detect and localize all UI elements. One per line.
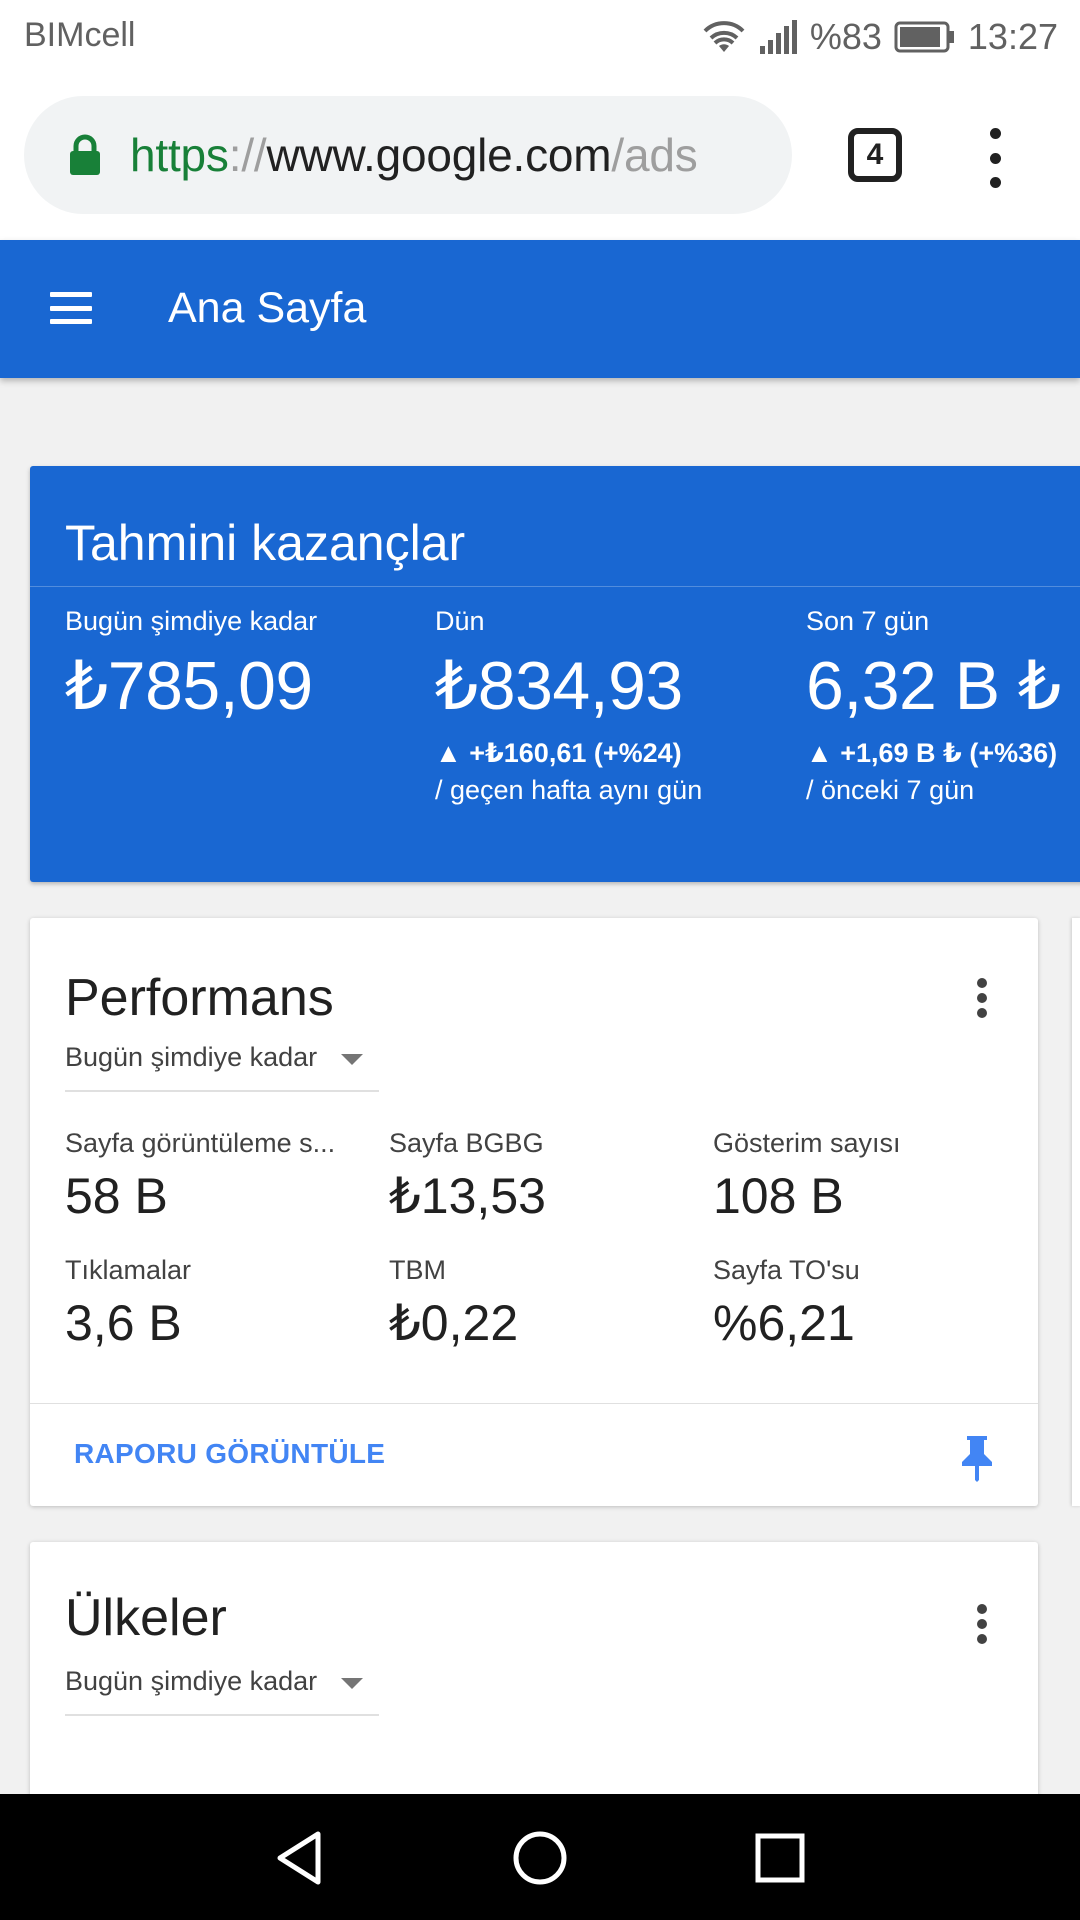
- earnings-label: Bugün şimdiye kadar: [65, 606, 318, 636]
- app-bar: Ana Sayfa: [0, 240, 1080, 378]
- tab-switcher-button[interactable]: 4: [848, 128, 902, 182]
- metric-value: 108 B: [713, 1168, 844, 1224]
- metric-page-views[interactable]: Sayfa görüntüleme s... 58 B: [65, 1128, 365, 1225]
- performance-more-button[interactable]: [976, 978, 988, 1018]
- metric-clicks[interactable]: Tıklamalar 3,6 B: [65, 1255, 365, 1352]
- more-vert-icon: [977, 978, 987, 988]
- metric-value: ₺13,53: [389, 1168, 546, 1224]
- earnings-divider: [30, 586, 1080, 587]
- url-scheme: https: [130, 129, 229, 181]
- metric-value: %6,21: [713, 1295, 855, 1351]
- countries-more-button[interactable]: [976, 1604, 988, 1644]
- metric-label: Sayfa TO'su: [713, 1255, 860, 1285]
- back-icon[interactable]: [270, 1828, 330, 1888]
- recents-icon[interactable]: [750, 1828, 810, 1888]
- browser-menu-button[interactable]: [980, 128, 1010, 188]
- earnings-last-7-days: Son 7 gün 6,32 B ₺ ▲ +1,69 B ₺ (+%36) / …: [806, 606, 1061, 806]
- metric-label: Sayfa görüntüleme s...: [65, 1128, 336, 1158]
- url-host: www.google.com: [266, 129, 612, 181]
- earnings-compare: / önceki 7 gün: [806, 775, 975, 805]
- range-label: Bugün şimdiye kadar: [65, 1666, 318, 1696]
- earnings-label: Dün: [435, 606, 485, 636]
- url-text[interactable]: https://www.google.com/ads: [130, 128, 698, 182]
- earnings-delta: ▲ +₺160,61 (+%24): [435, 738, 682, 768]
- page-title: Ana Sayfa: [168, 284, 367, 332]
- wifi-icon: [703, 21, 745, 52]
- metric-impressions[interactable]: Gösterim sayısı 108 B: [713, 1128, 1013, 1225]
- metric-page-ctr[interactable]: Sayfa TO'su %6,21: [713, 1255, 1013, 1352]
- home-icon[interactable]: [510, 1828, 570, 1888]
- performance-card: Performans Bugün şimdiye kadar Sayfa gör…: [30, 918, 1038, 1506]
- earnings-value: ₺785,09: [65, 648, 313, 724]
- more-vert-icon: [989, 128, 1001, 139]
- earnings-delta: ▲ +1,69 B ₺ (+%36): [806, 738, 1058, 768]
- range-label: Bugün şimdiye kadar: [65, 1042, 318, 1072]
- earnings-value: 6,32 B ₺: [806, 648, 1061, 724]
- metric-label: Gösterim sayısı: [713, 1128, 901, 1158]
- metric-value: 58 B: [65, 1168, 168, 1224]
- view-report-link[interactable]: RAPORU GÖRÜNTÜLE: [74, 1438, 385, 1470]
- more-vert-icon: [977, 1604, 987, 1614]
- battery-icon: [894, 21, 954, 53]
- metric-page-rpm[interactable]: Sayfa BGBG ₺13,53: [389, 1128, 689, 1225]
- next-card-peek: [1072, 918, 1080, 1506]
- metric-label: Sayfa BGBG: [389, 1128, 544, 1158]
- earnings-yesterday: Dün ₺834,93 ▲ +₺160,61 (+%24) / geçen ha…: [435, 606, 702, 806]
- menu-icon[interactable]: [50, 292, 92, 324]
- status-bar: BIMcell %83 13:27: [0, 0, 1080, 74]
- url-separator: ://: [228, 129, 267, 181]
- browser-toolbar: https://www.google.com/ads 4: [0, 74, 1080, 240]
- earnings-compare: / geçen hafta aynı gün: [435, 775, 703, 805]
- metric-cpc[interactable]: TBM ₺0,22: [389, 1255, 689, 1352]
- card-divider: [30, 1403, 1038, 1404]
- performance-range-dropdown[interactable]: Bugün şimdiye kadar: [65, 1036, 379, 1092]
- countries-title: Ülkeler: [65, 1589, 227, 1647]
- lock-icon[interactable]: [68, 134, 102, 176]
- dropdown-caret-icon: [341, 1678, 363, 1689]
- earnings-value: ₺834,93: [435, 648, 683, 724]
- metric-value: 3,6 B: [65, 1295, 182, 1351]
- earnings-today: Bugün şimdiye kadar ₺785,09: [65, 606, 317, 726]
- signal-icon: [759, 20, 797, 54]
- status-icons: %83 13:27: [702, 12, 1058, 62]
- pin-icon[interactable]: [960, 1434, 994, 1482]
- dropdown-caret-icon: [341, 1054, 363, 1065]
- url-path: /ads: [611, 129, 698, 181]
- address-bar[interactable]: https://www.google.com/ads: [24, 96, 792, 214]
- performance-title: Performans: [65, 969, 334, 1027]
- tab-count: 4: [866, 138, 884, 171]
- estimated-earnings-card[interactable]: Tahmini kazançlar Bugün şimdiye kadar ₺7…: [30, 466, 1080, 882]
- clock: 13:27: [967, 16, 1058, 57]
- metric-label: TBM: [389, 1255, 446, 1285]
- metric-value: ₺0,22: [389, 1295, 519, 1351]
- metric-label: Tıklamalar: [65, 1255, 192, 1285]
- carrier-name: BIMcell: [24, 16, 136, 54]
- system-navigation-bar: [0, 1794, 1080, 1920]
- countries-range-dropdown[interactable]: Bugün şimdiye kadar: [65, 1660, 379, 1716]
- battery-percent: %83: [809, 16, 882, 57]
- earnings-label: Son 7 gün: [806, 606, 930, 636]
- earnings-title: Tahmini kazançlar: [65, 515, 466, 571]
